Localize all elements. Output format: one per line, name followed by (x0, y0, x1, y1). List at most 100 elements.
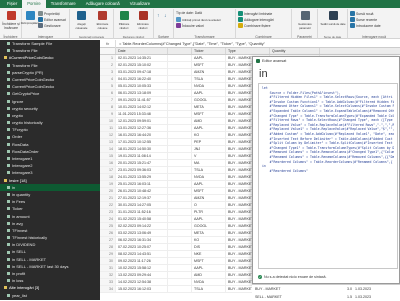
table-cell[interactable]: O (192, 202, 226, 208)
table-cell[interactable]: META (192, 104, 226, 110)
table-cell[interactable] (168, 209, 192, 215)
table-cell[interactable]: GOOGL (192, 223, 226, 229)
query-item[interactable]: crypto security (0, 105, 100, 112)
table-cell[interactable]: TSLA (192, 167, 226, 173)
query-item[interactable]: RowData (0, 141, 100, 148)
table-cell[interactable] (168, 244, 192, 250)
table-cell[interactable]: 05.01.2023 10:05:33 (116, 83, 168, 89)
query-item[interactable]: crypto (0, 112, 100, 119)
query-item[interactable]: Interogare1 (0, 155, 100, 162)
query-item[interactable]: RowDataOrder (0, 148, 100, 155)
query-item[interactable]: in avg (0, 220, 100, 227)
table-cell[interactable] (168, 230, 192, 236)
table-cell[interactable] (168, 153, 192, 159)
table-cell[interactable]: MSFT (192, 258, 226, 264)
table-cell[interactable] (168, 279, 192, 285)
table-cell[interactable]: AAPL (192, 265, 226, 271)
table-cell[interactable]: 08.02.2023 14:43:51 (116, 251, 168, 257)
table-cell[interactable] (168, 83, 192, 89)
table-cell[interactable]: AMZN (192, 195, 226, 201)
table-cell[interactable] (168, 146, 192, 152)
table-cell[interactable]: 06.02.2023 16:31:34 (116, 237, 168, 243)
table-cell[interactable]: NVDA (192, 279, 226, 285)
table-cell[interactable]: AAPL (192, 90, 226, 96)
choose-columns-button[interactable]: Alegeți coloanele (72, 11, 91, 30)
table-cell[interactable] (168, 139, 192, 145)
query-item[interactable]: in DIVIDEND (0, 241, 100, 248)
table-cell[interactable]: AAPL (192, 216, 226, 222)
table-cell[interactable] (168, 167, 192, 173)
table-cell[interactable] (168, 181, 192, 187)
table-cell[interactable]: JNJ (192, 146, 226, 152)
table-cell[interactable]: MSFT (192, 188, 226, 194)
data-source-settings-button[interactable]: Setări sursă de date (319, 11, 347, 26)
query-item[interactable]: in SELL (0, 248, 100, 255)
table-cell[interactable]: 16.01.2023 16:44:20 (116, 132, 168, 138)
query-item[interactable]: TFcrypto (0, 126, 100, 133)
table-cell[interactable]: V (192, 153, 226, 159)
table-cell[interactable]: 04.01.2023 16:22:40 (116, 76, 168, 82)
query-item[interactable]: Order (0, 133, 100, 140)
table-cell[interactable]: 25.01.2023 16:03:11 (116, 181, 168, 187)
table-cell[interactable]: 18.01.2023 14:50:30 (116, 146, 168, 152)
table-cell[interactable]: 15.02.2023 16:12:03 (116, 286, 168, 292)
column-header[interactable] (168, 48, 192, 54)
table-cell[interactable]: AMZN (192, 69, 226, 75)
table-cell[interactable]: GOOGL (192, 97, 226, 103)
table-cell[interactable]: 20.01.2023 15:21:47 (116, 160, 168, 166)
table-cell[interactable]: KO (192, 132, 226, 138)
table-cell[interactable]: MSFT (192, 111, 226, 117)
table-cell[interactable] (168, 188, 192, 194)
query-item[interactable]: in SELL - MARKET (0, 256, 100, 263)
table-cell[interactable]: AMD (192, 272, 226, 278)
new-source-button[interactable]: Sursă nouă (350, 11, 373, 16)
table-cell[interactable]: AAPL (192, 181, 226, 187)
table-cell[interactable]: 14.02.2023 12:54:38 (116, 279, 168, 285)
query-item[interactable]: TFinvest historically (0, 234, 100, 241)
table-cell[interactable] (168, 272, 192, 278)
table-cell[interactable]: 13.02.2023 09:29:44 (116, 272, 168, 278)
table-cell[interactable]: MA (192, 160, 226, 166)
table-cell[interactable] (168, 265, 192, 271)
table-cell[interactable]: 02.01.2023 14:35:21 (116, 55, 168, 61)
table-cell[interactable] (168, 97, 192, 103)
combine-files-button[interactable]: Combinare fișiere (238, 23, 271, 28)
table-cell[interactable] (168, 76, 192, 82)
table-cell[interactable] (168, 132, 192, 138)
query-item[interactable]: in Fees (0, 198, 100, 205)
table-cell[interactable]: 11.01.2023 15:33:48 (116, 111, 168, 117)
table-cell[interactable]: 12.01.2023 09:59:01 (116, 118, 168, 124)
enter-data-button[interactable]: Introducere date (350, 23, 381, 28)
table-cell[interactable] (168, 223, 192, 229)
table-cell[interactable] (168, 174, 192, 180)
table-cell[interactable]: 13.01.2023 12:27:36 (116, 125, 168, 131)
table-cell[interactable]: 02.02.2023 09:14:22 (116, 223, 168, 229)
tab-transform[interactable]: Transformare (46, 0, 81, 8)
table-cell[interactable]: 03.01.2023 09:47:18 (116, 69, 168, 75)
table-cell[interactable] (168, 118, 192, 124)
table-cell[interactable]: 30.01.2023 14:27:05 (116, 202, 168, 208)
table-cell[interactable]: 02.01.2023 15:10:02 (116, 62, 168, 68)
table-cell[interactable] (168, 195, 192, 201)
table-cell[interactable]: AAPL (192, 55, 226, 61)
column-header[interactable]: Ticker (192, 48, 226, 54)
table-cell[interactable] (168, 90, 192, 96)
formula-input[interactable]: = Table.ReorderColumns(#"Changed Type",{… (116, 42, 265, 46)
sort-descending-button[interactable]: ↓ (164, 13, 167, 19)
table-cell[interactable] (168, 62, 192, 68)
table-cell[interactable] (168, 286, 192, 292)
table-cell[interactable]: TSLA (192, 286, 226, 292)
table-cell[interactable]: 26.01.2023 10:48:42 (116, 188, 168, 194)
tab-home[interactable]: Pornire (22, 0, 46, 8)
table-cell[interactable]: AAPL (192, 125, 226, 131)
table-cell[interactable] (168, 104, 192, 110)
table-cell[interactable]: 10.02.2023 15:58:12 (116, 265, 168, 271)
query-item[interactable]: Ticker (0, 205, 100, 212)
table-cell[interactable] (168, 111, 192, 117)
tab-file[interactable]: Fișier (2, 0, 22, 8)
tab-add-column[interactable]: Adăugare coloană (81, 0, 125, 8)
query-item[interactable]: Transform File (0, 62, 100, 69)
query-item[interactable]: year_list (0, 292, 100, 299)
query-group[interactable]: Iesire [18] (0, 177, 100, 184)
table-cell[interactable] (168, 216, 192, 222)
